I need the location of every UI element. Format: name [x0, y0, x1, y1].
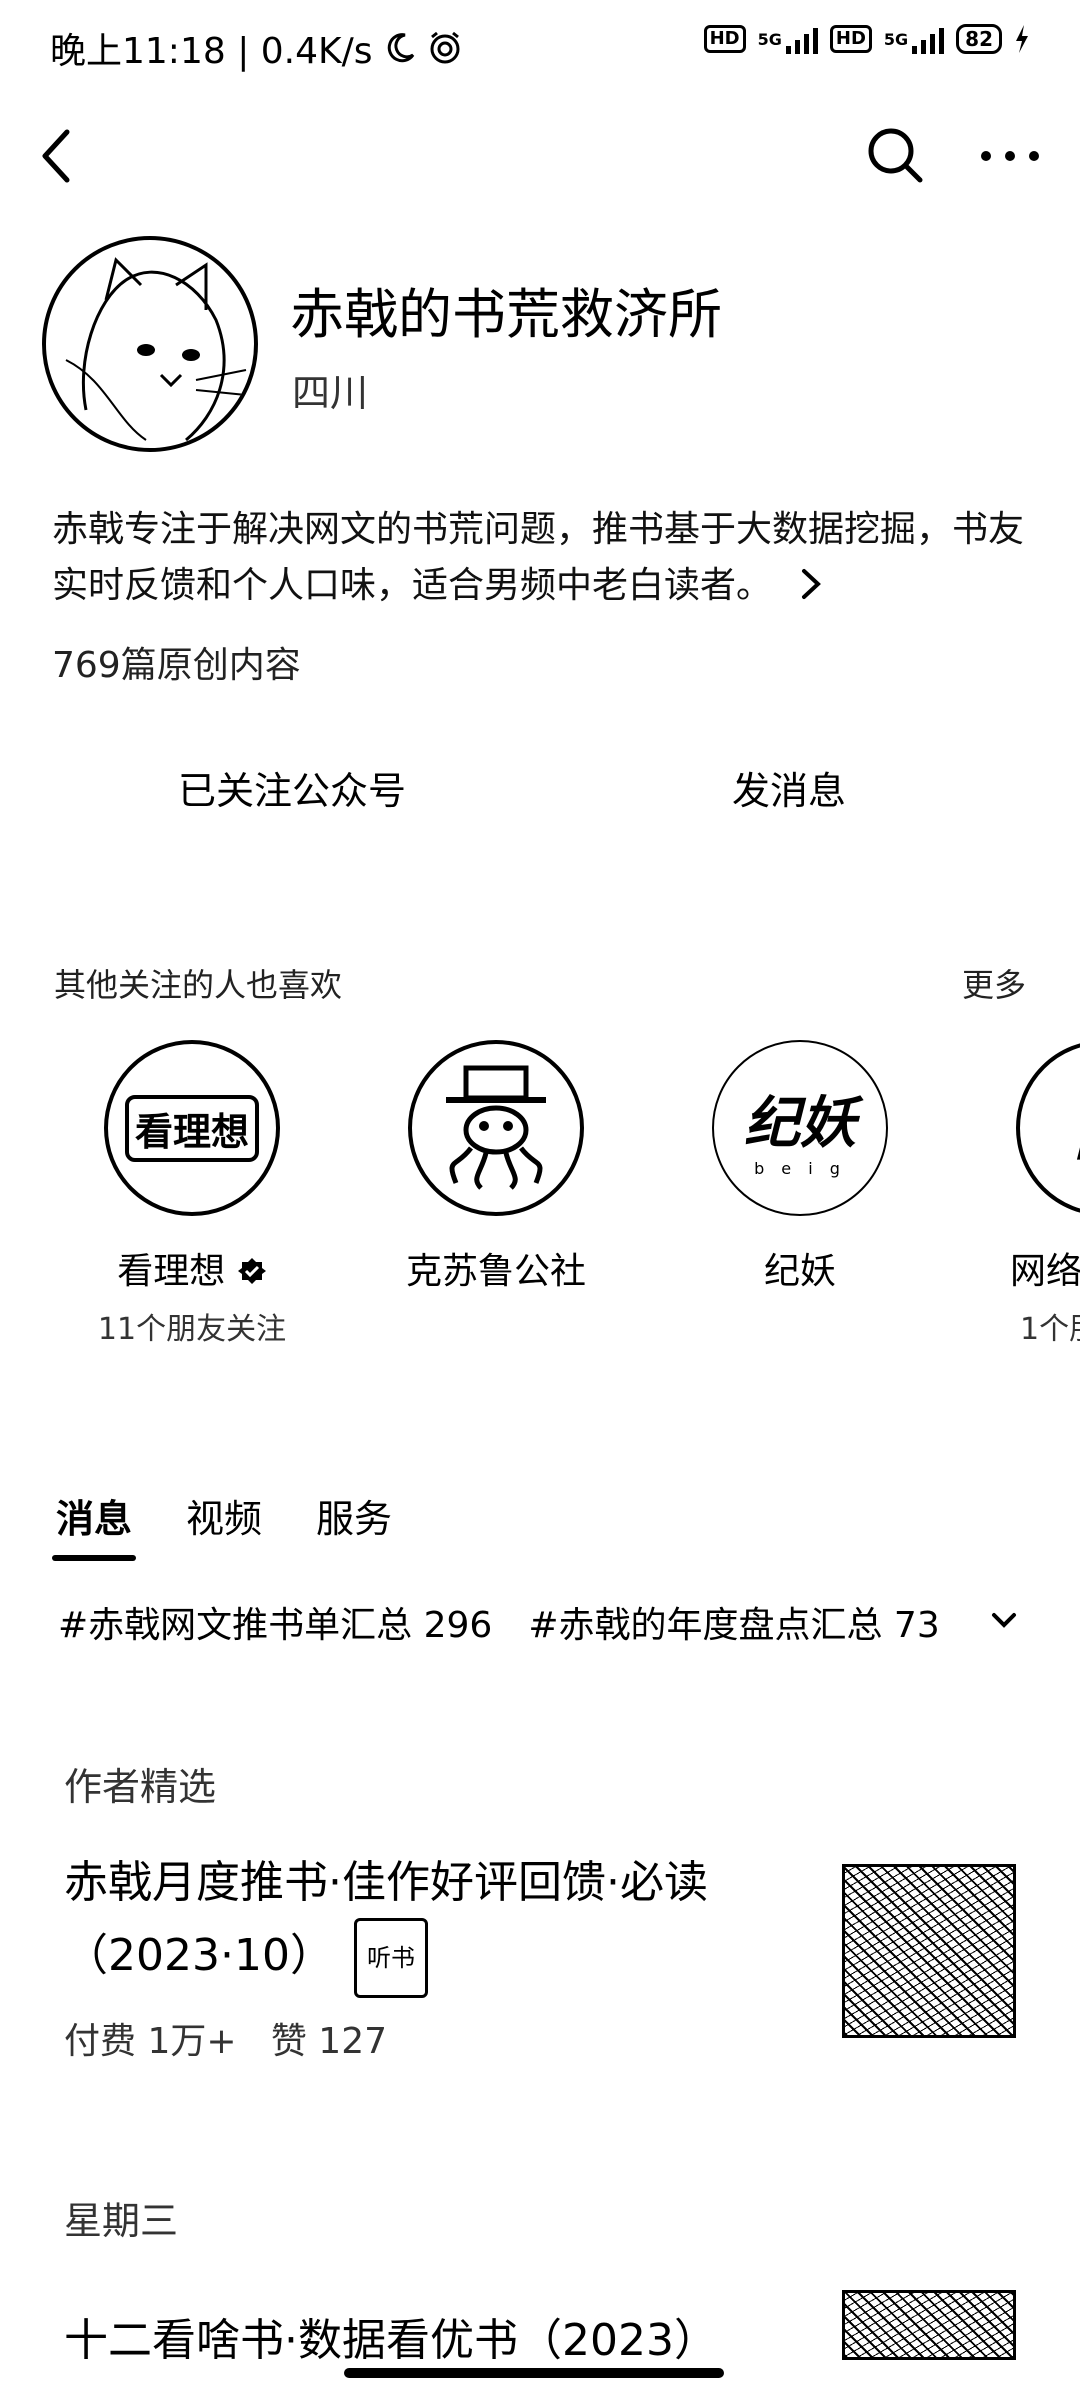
- weekday-section-label: 星期三: [64, 2199, 179, 2243]
- net-label-2: 5G: [883, 29, 909, 49]
- featured-thumbnail[interactable]: [842, 1864, 1016, 2038]
- bio-text: 赤戟专注于解决网文的书荒问题，推书基于大数据挖掘，书友实时反馈和个人口味，适合男…: [52, 509, 1025, 606]
- recommend-sub: 11个朋友关注: [97, 1312, 287, 1347]
- original-count[interactable]: 769篇原创内容: [52, 636, 301, 688]
- verified-icon: [237, 1258, 266, 1284]
- battery-icon: 82: [956, 24, 1002, 54]
- hd-badge-2: HD: [829, 25, 872, 53]
- cthulhu-logo: [408, 1040, 584, 1216]
- account-bio[interactable]: 赤戟专注于解决网文的书荒问题，推书基于大数据挖掘，书友实时反馈和个人口味，适合男…: [52, 502, 1042, 614]
- listen-chip: 听书: [353, 1918, 428, 1998]
- account-location: 四川: [292, 371, 369, 415]
- wangluo-logo: 网: [1016, 1040, 1080, 1216]
- featured-title-line2: （2023·10） 听书: [64, 1918, 784, 1998]
- more-dots-icon: [981, 151, 1039, 161]
- recommend-item[interactable]: 看理想 看理想 11个朋友关注: [72, 1040, 312, 1348]
- account-name: 赤戟的书荒救济所: [290, 283, 722, 346]
- signal-icon: [785, 24, 818, 54]
- search-icon: [868, 128, 923, 183]
- recommend-name: 网络: [1010, 1251, 1080, 1292]
- tab-videos[interactable]: 视频: [186, 1488, 262, 1543]
- cat-avatar-icon: [65, 257, 247, 442]
- recommend-item[interactable]: 纪妖 b e i g 纪妖: [680, 1040, 920, 1304]
- featured-section-label: 作者精选: [64, 1765, 217, 1809]
- weekday-article-title[interactable]: 十二看啥书·数据看优书（2023）: [64, 2306, 718, 2376]
- weekday-thumbnail[interactable]: [842, 2290, 1016, 2360]
- recommend-sub: 1个朋: [1020, 1312, 1080, 1347]
- recommend-name: 克苏鲁公社: [405, 1251, 586, 1292]
- content-tabs: 消息 视频 服务: [51, 1488, 392, 1561]
- jiyao-logo: 纪妖 b e i g: [712, 1040, 888, 1216]
- recommend-item[interactable]: 克苏鲁公社: [376, 1040, 616, 1304]
- home-indicator[interactable]: [344, 2368, 724, 2378]
- status-right: HD 5G HD 5G 82: [703, 24, 1030, 54]
- featured-title-line1: 赤戟月度推书·佳作好评回馈·必读: [64, 1857, 708, 1908]
- recommend-title: 其他关注的人也喜欢: [54, 966, 343, 1004]
- tab-messages[interactable]: 消息: [51, 1488, 137, 1561]
- chevron-down-icon: [992, 1613, 1016, 1628]
- status-left: 晚上11:18 | 0.4K/s: [50, 22, 463, 74]
- followed-button[interactable]: 已关注公众号: [178, 760, 406, 815]
- more-button[interactable]: [970, 126, 1050, 186]
- back-button[interactable]: [24, 120, 88, 192]
- hashtag-row: #赤戟网文推书单汇总 296 #赤戟的年度盘点汇总 73: [58, 1596, 940, 1648]
- search-button[interactable]: [862, 122, 928, 188]
- featured-article[interactable]: 赤戟月度推书·佳作好评回馈·必读 （2023·10） 听书 付费 1万+ 赞 12…: [64, 1848, 784, 2064]
- moon-icon: [387, 33, 414, 63]
- chevron-right-icon: [802, 569, 822, 599]
- status-time: 晚上11:18 | 0.4K/s: [50, 31, 373, 72]
- hashtag-item[interactable]: #赤戟网文推书单汇总 296: [58, 1596, 492, 1648]
- net-label: 5G: [757, 29, 782, 49]
- hashtag-item[interactable]: #赤戟的年度盘点汇总 73: [528, 1596, 939, 1648]
- kanlixiang-logo: 看理想: [104, 1040, 280, 1216]
- expand-tags-button[interactable]: [984, 1600, 1024, 1640]
- account-avatar[interactable]: [42, 236, 258, 452]
- recommend-more-link[interactable]: 更多: [962, 960, 1026, 1006]
- charging-icon: [1016, 25, 1028, 53]
- cthulhu-icon: [446, 1065, 546, 1190]
- alarm-icon: [430, 31, 460, 64]
- hd-badge: HD: [703, 25, 746, 53]
- status-bar: 晚上11:18 | 0.4K/s HD 5G HD 5G 82: [0, 0, 1080, 92]
- tab-services[interactable]: 服务: [316, 1488, 392, 1543]
- recommend-name: 看理想: [72, 1242, 312, 1294]
- signal-icon-2: [912, 24, 945, 54]
- recommend-name: 纪妖: [763, 1251, 836, 1292]
- chevron-left-icon: [42, 129, 70, 183]
- recommend-item[interactable]: 网 网络 1个朋: [984, 1040, 1080, 1348]
- featured-meta: 付费 1万+ 赞 127: [64, 2021, 387, 2062]
- message-button[interactable]: 发消息: [732, 760, 846, 815]
